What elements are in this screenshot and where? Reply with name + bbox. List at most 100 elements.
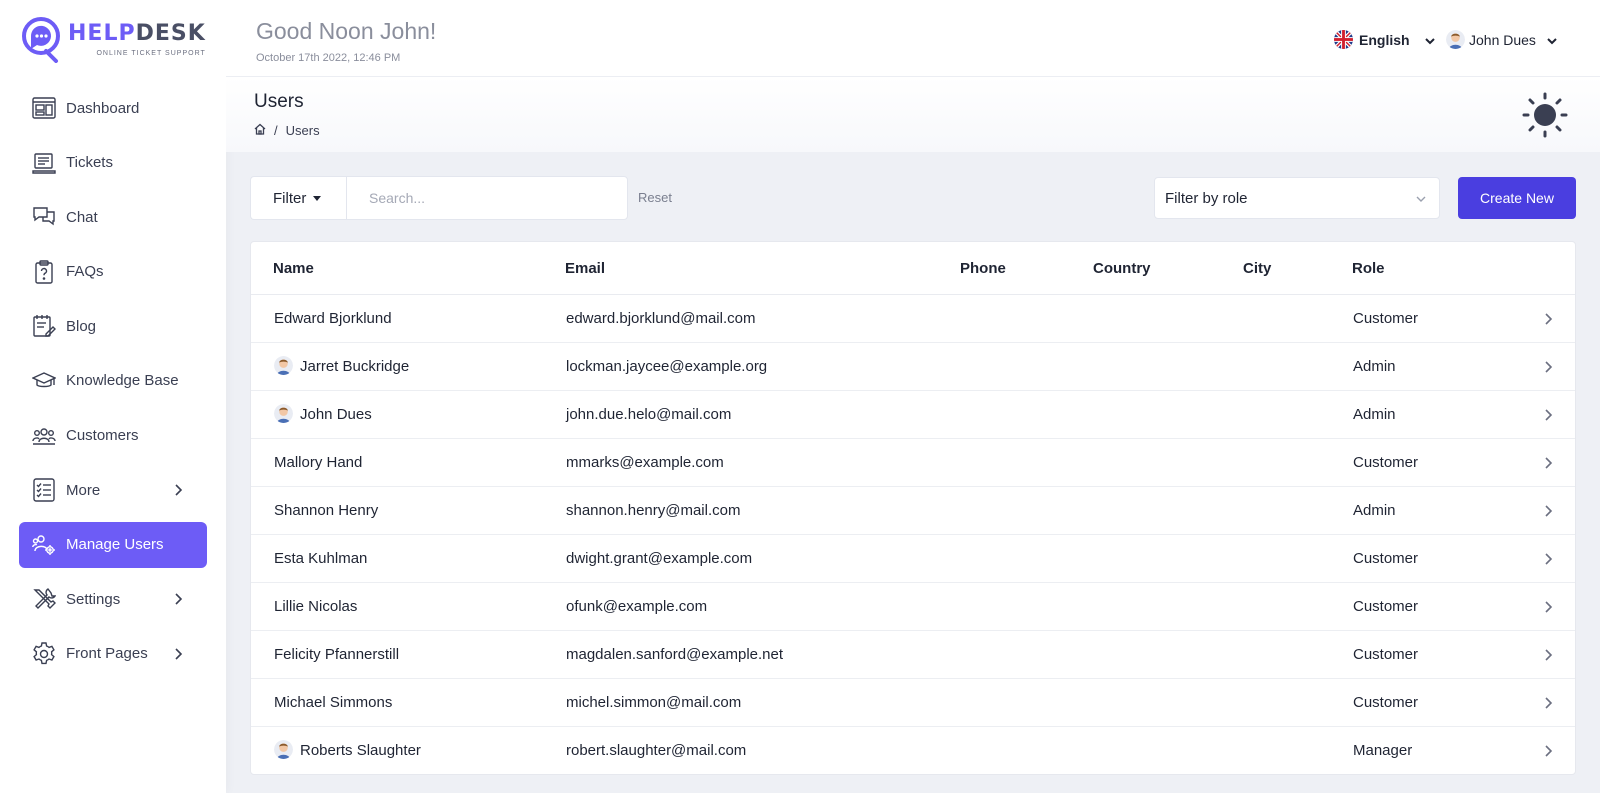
sidebar-item-label: Front Pages [66,645,148,663]
breadcrumb-current: Users [285,123,320,138]
users-toolbar: Filter Reset Filter by role Create New [250,176,1576,220]
role-filter-value: Filter by role [1165,189,1248,207]
table-row[interactable]: Jarret Buckridge lockman.jaycee@example.… [251,343,1575,391]
column-header-email[interactable]: Email [565,260,605,277]
chevron-right-icon[interactable] [1541,648,1555,662]
breadcrumb-separator: / [274,123,278,138]
user-email-cell: lockman.jaycee@example.org [566,358,768,375]
language-selector[interactable]: English [1334,30,1436,49]
user-email-cell: john.due.helo@mail.com [566,406,732,423]
user-name-text: John Dues [300,406,372,423]
tickets-icon [32,151,56,175]
sidebar-item-label: Customers [66,427,139,445]
chevron-right-icon[interactable] [1541,600,1555,614]
filter-dropdown-button[interactable]: Filter [250,176,346,220]
sidebar-item-manage-users[interactable]: Manage Users [19,521,207,568]
chevron-right-icon[interactable] [1541,408,1555,422]
dashboard-icon [32,96,56,120]
sidebar-item-label: Manage Users [66,536,164,554]
sidebar-item-customers[interactable]: Customers [19,413,207,459]
user-name-cell: Mallory Hand [274,454,363,471]
table-row[interactable]: Esta Kuhlman dwight.grant@example.com Cu… [251,535,1575,583]
column-header-role[interactable]: Role [1352,260,1385,277]
chevron-down-icon [1415,192,1427,204]
user-role-cell: Customer [1353,646,1419,663]
sidebar-item-faqs[interactable]: FAQs [19,249,207,295]
user-menu[interactable]: John Dues [1446,30,1558,49]
role-filter-select[interactable]: Filter by role [1154,177,1440,219]
table-row[interactable]: Mallory Hand mmarks@example.com Customer [251,439,1575,487]
logo-tagline: ONLINE TICKET SUPPORT [96,49,206,57]
user-email-cell: ofunk@example.com [566,598,708,615]
avatar [1446,30,1465,49]
avatar [274,356,293,375]
sidebar-item-dashboard[interactable]: Dashboard [19,85,207,131]
table-row[interactable]: Michael Simmons michel.simmon@mail.com C… [251,679,1575,727]
chevron-right-icon [171,592,185,606]
sidebar-item-knowledge-base[interactable]: Knowledge Base [19,358,207,404]
table-row[interactable]: Edward Bjorklund edward.bjorklund@mail.c… [251,295,1575,343]
column-header-phone[interactable]: Phone [960,260,1006,277]
chevron-right-icon[interactable] [1541,696,1555,710]
sidebar-item-settings[interactable]: Settings [19,576,207,622]
user-name-cell: Michael Simmons [274,694,393,711]
list-icon [32,478,56,502]
caret-down-icon [313,195,322,201]
table-row[interactable]: Shannon Henry shannon.henry@mail.com Adm… [251,487,1575,535]
sidebar-item-label: Settings [66,590,121,608]
helpdesk-logo-icon [22,17,62,63]
avatar [274,740,293,759]
table-header: Name Email Phone Country City Role [251,242,1575,295]
sidebar-item-front-pages[interactable]: Front Pages [19,631,207,677]
user-role-cell: Admin [1353,502,1396,519]
user-role-cell: Customer [1353,550,1419,567]
user-email-cell: edward.bjorklund@mail.com [566,310,756,327]
avatar [274,404,293,423]
chevron-right-icon[interactable] [1541,552,1555,566]
table-row[interactable]: Roberts Slaughter robert.slaughter@mail.… [251,727,1575,774]
logo[interactable]: HELPDESK ONLINE TICKET SUPPORT [0,0,226,78]
graduation-cap-icon [32,369,56,393]
user-email-cell: shannon.henry@mail.com [566,502,741,519]
search-input[interactable] [346,176,628,220]
tools-icon [32,587,56,611]
home-icon[interactable] [254,123,266,138]
blog-icon [32,314,56,338]
chevron-right-icon[interactable] [1541,360,1555,374]
chat-icon [32,205,56,229]
user-role-cell: Manager [1353,742,1413,759]
logo-text-desk: DESK [135,20,206,46]
chevron-right-icon [171,647,185,661]
user-role-cell: Customer [1353,310,1419,327]
user-name-cell: Roberts Slaughter [274,740,421,759]
sidebar-item-tickets[interactable]: Tickets [19,140,207,186]
user-name-cell: Lillie Nicolas [274,598,358,615]
sidebar-item-label: Knowledge Base [66,372,179,390]
chevron-right-icon[interactable] [1541,312,1555,326]
sidebar-item-more[interactable]: More [19,467,207,513]
sidebar-item-chat[interactable]: Chat [19,194,207,240]
sun-icon[interactable] [1522,92,1568,138]
chevron-right-icon[interactable] [1541,504,1555,518]
column-header-city[interactable]: City [1243,260,1271,277]
column-header-name[interactable]: Name [273,260,314,277]
logo-text-help: HELP [68,20,136,46]
table-row[interactable]: Felicity Pfannerstill magdalen.sanford@e… [251,631,1575,679]
user-email-cell: robert.slaughter@mail.com [566,742,747,759]
reset-link[interactable]: Reset [638,190,672,205]
table-row[interactable]: Lillie Nicolas ofunk@example.com Custome… [251,583,1575,631]
filter-label: Filter [273,189,307,207]
table-row[interactable]: John Dues john.due.helo@mail.com Admin [251,391,1575,439]
sidebar-item-blog[interactable]: Blog [19,303,207,349]
sidebar-item-label: FAQs [66,263,104,281]
sidebar-nav: Dashboard Tickets Chat FAQs Blog Knowled… [19,85,207,686]
sidebar-item-label: Dashboard [66,99,140,117]
current-datetime: October 17th 2022, 12:46 PM [256,52,401,64]
chevron-right-icon[interactable] [1541,744,1555,758]
users-table: Name Email Phone Country City Role Edwar… [250,241,1576,775]
chevron-right-icon[interactable] [1541,456,1555,470]
user-name-cell: Jarret Buckridge [274,356,409,375]
sidebar-item-label: Tickets [66,154,113,172]
column-header-country[interactable]: Country [1093,260,1151,277]
create-new-button[interactable]: Create New [1458,177,1576,219]
